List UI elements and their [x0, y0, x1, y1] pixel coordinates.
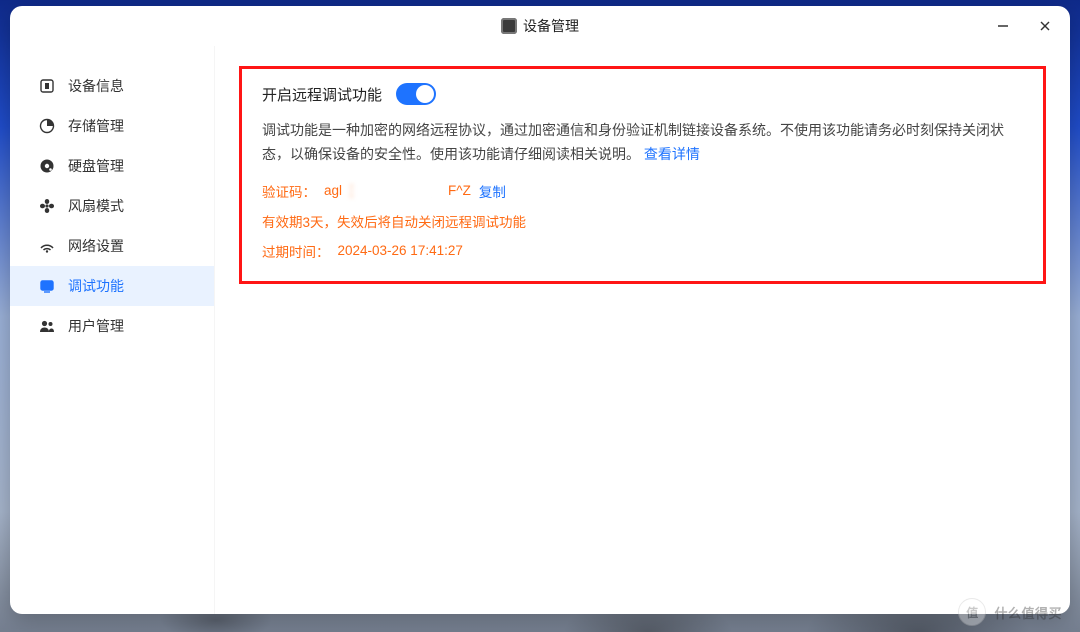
sidebar-item-debug[interactable]: 调试功能 [10, 266, 214, 306]
toggle-row: 开启远程调试功能 [262, 83, 1023, 105]
expire-label: 过期时间： [262, 241, 330, 261]
code-label: 验证码： [262, 181, 316, 201]
validity-text: 有效期3天，失效后将自动关闭远程调试功能 [262, 211, 526, 231]
sidebar-item-label: 调试功能 [68, 276, 124, 296]
remote-debug-toggle[interactable] [396, 83, 436, 105]
sidebar-item-disk[interactable]: 硬盘管理 [10, 146, 214, 186]
expire-value: 2024-03-26 17:41:27 [338, 243, 463, 258]
desktop-background: 设备管理 设备信息 [0, 0, 1080, 632]
sidebar-item-label: 存储管理 [68, 116, 124, 136]
storage-icon [38, 117, 56, 135]
code-suffix: F^Z [448, 183, 471, 198]
titlebar: 设备管理 [10, 6, 1070, 46]
info-icon [38, 77, 56, 95]
sidebar: 设备信息 存储管理 硬盘管理 [10, 46, 215, 614]
users-icon [38, 317, 56, 335]
sidebar-item-label: 设备信息 [68, 76, 124, 96]
window-controls [982, 6, 1066, 46]
watermark: 值 什么值得买 [958, 598, 1062, 626]
fan-icon [38, 197, 56, 215]
expire-row: 过期时间： 2024-03-26 17:41:27 [262, 241, 1023, 261]
watermark-text: 什么值得买 [994, 603, 1062, 622]
app-window: 设备管理 设备信息 [10, 6, 1070, 614]
sidebar-item-device-info[interactable]: 设备信息 [10, 66, 214, 106]
view-details-link[interactable]: 查看详情 [644, 146, 700, 162]
sidebar-item-label: 风扇模式 [68, 196, 124, 216]
window-title: 设备管理 [501, 16, 579, 36]
validity-row: 有效期3天，失效后将自动关闭远程调试功能 [262, 211, 1023, 231]
sidebar-item-fan[interactable]: 风扇模式 [10, 186, 214, 226]
toggle-label: 开启远程调试功能 [262, 84, 382, 105]
copy-link[interactable]: 复制 [479, 181, 506, 201]
disk-icon [38, 157, 56, 175]
close-button[interactable] [1024, 6, 1066, 46]
description-body: 调试功能是一种加密的网络远程协议，通过加密通信和身份验证机制链接设备系统。不使用… [262, 122, 1004, 162]
sidebar-item-users[interactable]: 用户管理 [10, 306, 214, 346]
app-icon [501, 18, 517, 34]
window-title-text: 设备管理 [523, 16, 579, 36]
sidebar-item-network[interactable]: 网络设置 [10, 226, 214, 266]
network-icon [38, 237, 56, 255]
verification-row: 验证码： agl F^Z 复制 [262, 181, 1023, 201]
watermark-badge: 值 [958, 598, 986, 626]
code-redacted [350, 184, 440, 198]
description-text: 调试功能是一种加密的网络远程协议，通过加密通信和身份验证机制链接设备系统。不使用… [262, 119, 1023, 167]
toggle-knob [416, 85, 434, 103]
sidebar-item-label: 用户管理 [68, 316, 124, 336]
code-prefix: agl [324, 183, 342, 198]
debug-panel: 开启远程调试功能 调试功能是一种加密的网络远程协议，通过加密通信和身份验证机制链… [239, 66, 1046, 284]
debug-icon [38, 277, 56, 295]
window-body: 设备信息 存储管理 硬盘管理 [10, 46, 1070, 614]
sidebar-item-storage[interactable]: 存储管理 [10, 106, 214, 146]
minimize-button[interactable] [982, 6, 1024, 46]
sidebar-item-label: 硬盘管理 [68, 156, 124, 176]
sidebar-item-label: 网络设置 [68, 236, 124, 256]
content-area: 开启远程调试功能 调试功能是一种加密的网络远程协议，通过加密通信和身份验证机制链… [215, 46, 1070, 614]
